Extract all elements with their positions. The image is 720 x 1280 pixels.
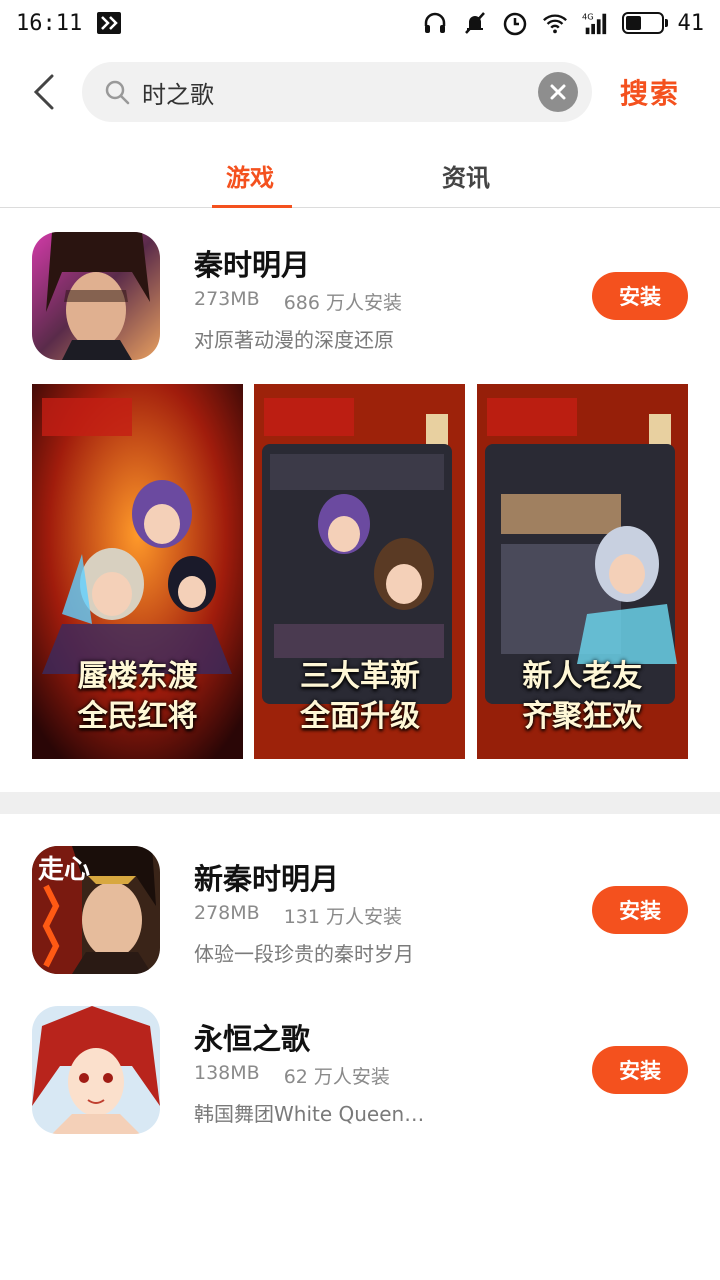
app-item[interactable]: 走心 新秦时明月 278MB 131 万人安装 体验一段珍贵的秦时岁月 安装 <box>0 846 720 976</box>
status-bar: 16:11 4G 41 <box>0 0 720 46</box>
app-name: 永恒之歌 <box>194 1022 311 1056</box>
app-size: 273MB <box>194 288 260 310</box>
section-divider <box>0 792 720 814</box>
icon-badge: 走心 <box>38 855 90 885</box>
install-button[interactable]: 安装 <box>592 1046 688 1094</box>
app-icon-new-qin-warrior[interactable]: 走心 <box>32 846 160 974</box>
app-description: 体验一段珍贵的秦时岁月 <box>194 942 414 966</box>
app-item[interactable]: 秦时明月 273MB 686 万人安装 对原著动漫的深度还原 安装 <box>0 232 720 362</box>
battery-icon <box>621 12 668 34</box>
app-name: 秦时明月 <box>194 248 311 282</box>
app-icon-qin-warrior[interactable] <box>32 232 160 360</box>
caption-line: 齐聚狂欢 <box>522 699 643 734</box>
screenshot-caption: 新人老友 齐聚狂欢 <box>477 657 688 737</box>
app-item[interactable]: 永恒之歌 138MB 62 万人安装 韩国舞团White Queen… 安装 <box>0 1006 720 1136</box>
search-icon <box>105 80 130 105</box>
status-time: 16:11 <box>16 10 83 36</box>
close-icon <box>550 84 566 100</box>
install-button[interactable]: 安装 <box>592 272 688 320</box>
app-icon-red-hair-girl[interactable] <box>32 1006 160 1134</box>
app-installs: 131 万人安装 <box>283 906 403 928</box>
back-button[interactable] <box>24 68 64 116</box>
search-header: 搜索 <box>0 58 720 126</box>
app-size: 278MB <box>194 902 260 924</box>
back-arrow-icon <box>33 74 54 110</box>
tab-bar: 游戏 资讯 <box>0 140 720 208</box>
tab-games[interactable]: 游戏 <box>226 158 274 193</box>
screenshot-gallery[interactable]: 蜃楼东渡 全民红将 三大革新 全面升级 新人老友 齐聚狂欢 <box>32 384 688 759</box>
app-meta: 273MB 686 万人安装 <box>194 288 402 315</box>
screenshot-3[interactable]: 新人老友 齐聚狂欢 <box>476 384 688 759</box>
headphones-icon <box>422 10 448 36</box>
svg-text:4G: 4G <box>582 11 594 21</box>
mute-bell-icon <box>462 10 488 36</box>
app-description: 韩国舞团White Queen… <box>194 1102 425 1126</box>
clear-search-button[interactable] <box>538 72 578 112</box>
caption-line: 三大革新 <box>299 659 420 694</box>
alarm-icon <box>502 10 528 36</box>
search-box[interactable] <box>82 62 592 122</box>
screenshot-2[interactable]: 三大革新 全面升级 <box>254 384 466 759</box>
caption-line: 全民红将 <box>77 699 198 734</box>
caption-line: 蜃楼东渡 <box>77 659 198 694</box>
battery-level: 41 <box>677 10 705 36</box>
active-tab-indicator <box>212 205 292 208</box>
app-meta: 138MB 62 万人安装 <box>194 1062 390 1089</box>
search-button[interactable]: 搜索 <box>620 72 680 112</box>
caption-line: 全面升级 <box>299 699 420 734</box>
app-meta: 278MB 131 万人安装 <box>194 902 402 929</box>
wifi-icon <box>542 10 568 36</box>
tab-news[interactable]: 资讯 <box>442 158 490 193</box>
screenshot-caption: 三大革新 全面升级 <box>254 657 465 737</box>
app-size: 138MB <box>194 1062 260 1084</box>
app-description: 对原著动漫的深度还原 <box>194 328 394 352</box>
install-button[interactable]: 安装 <box>592 886 688 934</box>
screenshot-1[interactable]: 蜃楼东渡 全民红将 <box>32 384 243 759</box>
signal-4g-icon: 4G <box>582 10 608 36</box>
search-input[interactable] <box>142 62 522 122</box>
app-installs: 62 万人安装 <box>283 1066 390 1088</box>
app-notification-icon <box>96 10 122 36</box>
app-name: 新秦时明月 <box>194 862 340 896</box>
caption-line: 新人老友 <box>522 659 643 694</box>
app-installs: 686 万人安装 <box>283 292 403 314</box>
screenshot-caption: 蜃楼东渡 全民红将 <box>32 657 243 737</box>
